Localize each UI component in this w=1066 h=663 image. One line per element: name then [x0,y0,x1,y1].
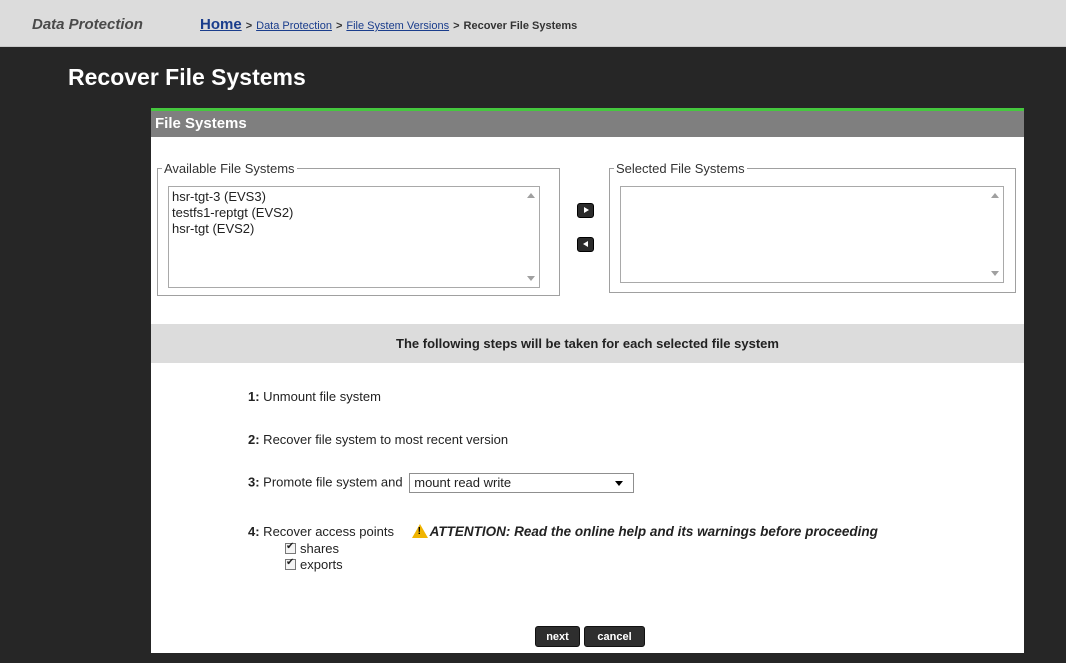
exports-label: exports [300,557,343,572]
shares-checkbox[interactable] [285,541,296,554]
scrollbar[interactable] [987,187,1003,282]
scroll-up-arrow-icon[interactable] [991,193,999,198]
step-text: Unmount file system [259,389,381,404]
file-systems-panel: File Systems Available File Systems hsr-… [151,108,1024,653]
select-value: mount read write [414,475,512,490]
scroll-up-arrow-icon[interactable] [527,193,535,198]
section-title: Data Protection [32,16,143,33]
available-file-systems-list[interactable]: hsr-tgt-3 (EVS3) testfs1-reptgt (EVS2) h… [168,186,540,288]
breadcrumb: Home > Data Protection > File System Version… [200,16,577,33]
step-4: 4: Recover access points ! ATTENTION: Rea… [248,524,878,539]
step-text: Promote file system and [259,474,403,490]
list-item[interactable]: testfs1-reptgt (EVS2) [169,205,539,221]
exports-checkbox[interactable] [285,557,296,570]
dropdown-arrow-icon [615,481,624,486]
scrollbar[interactable] [523,187,539,287]
breadcrumb-home-link[interactable]: Home [200,16,242,33]
selected-file-systems-list[interactable] [620,186,1004,283]
shares-label: shares [300,541,340,556]
breadcrumb-data-protection-link[interactable]: Data Protection [256,20,332,32]
list-item[interactable]: hsr-tgt-3 (EVS3) [169,189,539,205]
panel-title: File Systems [151,108,1024,137]
scroll-down-arrow-icon[interactable] [527,276,535,281]
selected-file-systems-legend: Selected File Systems [616,161,745,176]
step-2: 2: Recover file system to most recent ve… [248,432,508,447]
arrow-left-icon [583,241,588,247]
step-text: Recover access points [259,524,394,539]
scroll-down-arrow-icon[interactable] [991,271,999,276]
promote-mode-select[interactable]: mount read write [409,473,635,493]
cancel-button[interactable]: cancel [584,626,645,647]
steps-heading: The following steps will be taken for ea… [151,324,1024,363]
step-number: 2: [248,432,260,447]
step-number: 4: [248,524,260,539]
step-number: 1: [248,389,260,404]
step-1: 1: Unmount file system [248,389,381,404]
remove-from-selected-button[interactable] [577,237,594,252]
arrow-right-icon [584,207,589,213]
shares-option[interactable]: shares [285,541,339,556]
next-button[interactable]: next [535,626,580,647]
step-3: 3: Promote file system and mount read wr… [248,473,635,493]
attention-text: ATTENTION: Read the online help and its … [429,524,878,539]
warning-icon: ! [411,524,428,538]
breadcrumb-file-system-versions-link[interactable]: File System Versions [346,20,449,32]
exports-option[interactable]: exports [285,557,343,572]
add-to-selected-button[interactable] [577,203,594,218]
breadcrumb-separator: > [453,20,460,32]
available-file-systems-legend: Available File Systems [164,161,295,176]
step-number: 3: [248,474,260,490]
attention-warning: ! ATTENTION: Read the online help and its… [411,524,878,539]
page-title: Recover File Systems [68,64,306,90]
breadcrumb-separator: > [335,20,343,32]
top-bar: Data Protection Home > Data Protection > Fil… [0,0,1066,47]
breadcrumb-separator: > [245,20,253,32]
breadcrumb-current: Recover File Systems [463,20,578,32]
list-item[interactable]: hsr-tgt (EVS2) [169,221,539,237]
step-text: Recover file system to most recent versi… [259,432,509,447]
